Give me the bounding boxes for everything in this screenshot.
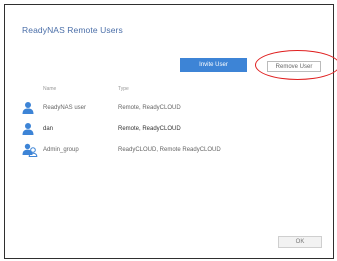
user-icon [22,123,34,135]
row-type: ReadyCLOUD, Remote ReadyCLOUD [118,147,221,153]
table-row[interactable]: ReadyNAS user Remote, ReadyCLOUD [22,101,322,115]
row-name: ReadyNAS user [43,105,87,111]
dialog-title: ReadyNAS Remote Users [22,25,123,35]
group-icon [22,143,38,157]
invite-user-button[interactable]: Invite User [180,58,247,72]
column-header-type: Type [118,86,129,92]
row-type: Remote, ReadyCLOUD [118,105,181,111]
column-header-name: Name [43,86,57,92]
user-icon [22,102,34,114]
table-row[interactable]: dan Remote, ReadyCLOUD [22,122,322,136]
row-name: dan [43,126,54,132]
row-type: Remote, ReadyCLOUD [118,126,181,132]
table-row[interactable]: Admin_group ReadyCLOUD, Remote ReadyCLOU… [22,143,322,157]
row-name: Admin_group [43,147,79,153]
remove-user-button[interactable]: Remove User [267,61,321,72]
ok-button[interactable]: OK [278,236,322,248]
remote-users-dialog: ReadyNAS Remote Users Invite User Remove… [4,4,337,259]
